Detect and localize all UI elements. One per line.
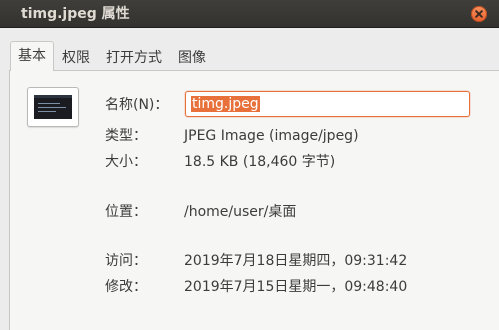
accessed-label: 访问： bbox=[105, 253, 147, 269]
name-label: 名称(N)： bbox=[105, 97, 169, 113]
close-icon[interactable] bbox=[471, 6, 487, 22]
window-title: timg.jpeg 属性 bbox=[21, 6, 130, 22]
tab-bar: 基本 权限 打开方式 图像 bbox=[10, 41, 214, 71]
type-label: 类型： bbox=[105, 128, 147, 144]
name-field-value: timg.jpeg bbox=[191, 96, 260, 112]
image-thumbnail-icon bbox=[34, 95, 72, 119]
name-field[interactable]: timg.jpeg bbox=[185, 91, 470, 117]
modified-label: 修改： bbox=[105, 279, 147, 295]
tab-image[interactable]: 图像 bbox=[170, 45, 214, 71]
accessed-value: 2019年7月18日星期四，09:31:42 bbox=[184, 253, 408, 269]
location-value: /home/user/桌面 bbox=[184, 204, 297, 220]
tab-permissions[interactable]: 权限 bbox=[54, 45, 98, 71]
window-titlebar: timg.jpeg 属性 bbox=[0, 0, 499, 28]
size-value: 18.5 KB (18,460 字节) bbox=[184, 154, 336, 170]
modified-value: 2019年7月15日星期一，09:48:40 bbox=[184, 279, 408, 295]
location-label: 位置： bbox=[105, 204, 147, 220]
tab-basic[interactable]: 基本 bbox=[10, 41, 54, 71]
type-value: JPEG Image (image/jpeg) bbox=[184, 128, 359, 144]
size-label: 大小： bbox=[105, 154, 147, 170]
tab-open-with[interactable]: 打开方式 bbox=[98, 45, 170, 71]
file-thumbnail bbox=[27, 87, 79, 127]
basic-properties-panel: 名称(N)： timg.jpeg 类型： JPEG Image (image/j… bbox=[9, 70, 499, 330]
